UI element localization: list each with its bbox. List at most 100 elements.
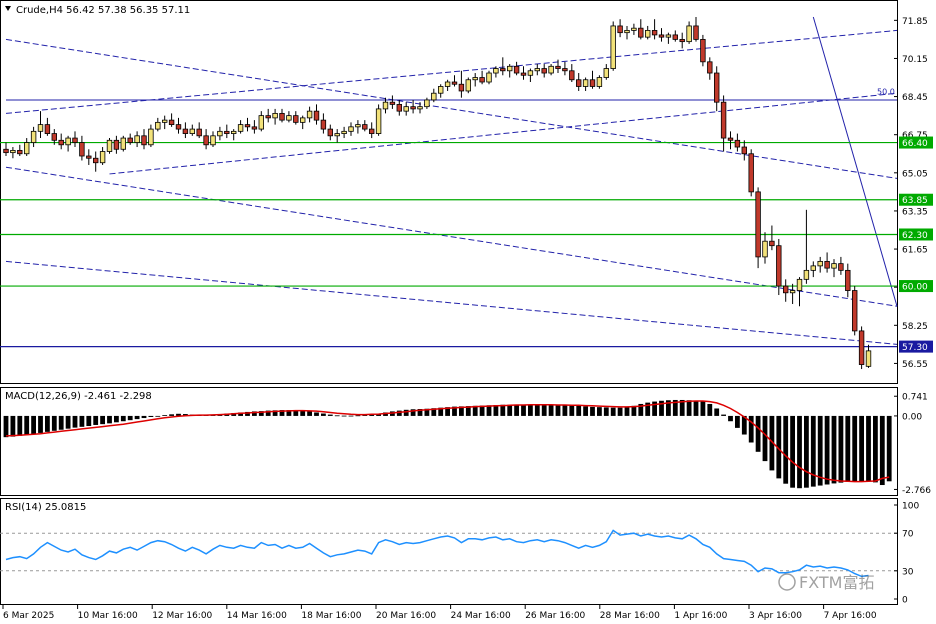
level-label-text: 62.30: [902, 231, 928, 241]
candle-body: [341, 130, 347, 134]
macd-histogram-bar: [148, 415, 154, 417]
candle-body: [106, 139, 113, 152]
candle-body: [99, 151, 106, 164]
macd-histogram-bar: [107, 415, 112, 424]
candle-body: [348, 126, 354, 132]
rsi-tick-label: 30: [902, 567, 914, 577]
candle-body: [603, 68, 609, 78]
candle-body: [272, 112, 278, 119]
candle-body: [672, 34, 678, 40]
macd-histogram-bar: [307, 411, 312, 416]
candle-body: [396, 104, 402, 112]
macd-histogram-bar: [17, 415, 23, 436]
candle-body: [631, 27, 637, 31]
macd-histogram-bar: [548, 405, 554, 416]
macd-histogram-bar: [617, 407, 623, 416]
symbol-dropdown[interactable]: Crude,H4 56.42 57.38 56.35 57.11: [5, 5, 190, 16]
macd-histogram-bar: [403, 409, 409, 416]
macd-histogram-bar: [93, 415, 99, 425]
time-tick-label: 28 Mar 16:00: [600, 611, 660, 621]
macd-histogram-bar: [45, 415, 50, 432]
macd-histogram-bar: [817, 415, 823, 486]
candle-body: [645, 30, 651, 38]
macd-histogram-bar: [610, 407, 616, 416]
candle-body: [693, 25, 699, 40]
candle-body: [113, 139, 120, 150]
candle-body: [51, 133, 57, 141]
macd-histogram-bar: [521, 404, 526, 416]
rsi-label: RSI(14) 25.0815: [5, 502, 86, 513]
macd-histogram-bar: [597, 407, 602, 416]
time-axis: 6 Mar 2025 10 Mar 16:00 12 Mar 16:00 14 Mar…: [2, 605, 877, 621]
candle-body: [327, 128, 333, 137]
candle-body: [789, 290, 796, 294]
candle-body: [175, 124, 182, 130]
candle-body: [783, 285, 789, 294]
symbol-ohlc-label: Crude,H4 56.42 57.38 56.35 57.11: [16, 5, 190, 16]
candle-body: [651, 30, 658, 36]
price-tick-label: 56.55: [902, 360, 928, 370]
candle-body: [748, 153, 754, 193]
candle-body: [148, 128, 154, 146]
macd-histogram-bar: [507, 404, 513, 416]
candle-body: [610, 25, 616, 69]
macd-histogram-bar: [534, 404, 540, 416]
candle-body: [182, 128, 189, 134]
candle-body: [189, 128, 195, 134]
candle-body: [410, 106, 416, 110]
macd-histogram-bar: [493, 405, 499, 416]
candle-body: [472, 77, 478, 81]
macd-axis: 0.741 0.00 -2.766: [894, 393, 931, 496]
candle-body: [700, 38, 706, 63]
candle-body: [65, 137, 71, 146]
macd-histogram-bar: [300, 410, 306, 416]
macd-histogram-bar: [38, 415, 43, 433]
rsi-tick-label: 0: [902, 596, 908, 606]
macd-histogram-bar: [590, 406, 595, 416]
candle-body: [444, 81, 451, 87]
candle-body: [520, 72, 527, 76]
candle-body: [465, 79, 471, 92]
time-tick-label: 10 Mar 16:00: [78, 611, 138, 621]
macd-histogram-bar: [804, 415, 809, 488]
time-tick-label: 7 Apr 16:00: [824, 611, 877, 621]
candle-body: [355, 124, 361, 128]
macd-histogram-bar: [65, 415, 71, 429]
candle-body: [17, 149, 23, 155]
candle-body: [589, 79, 596, 87]
macd-histogram-bar: [886, 415, 892, 482]
macd-histogram-bar: [10, 415, 16, 437]
candle-body: [37, 124, 44, 132]
candle-body: [596, 77, 603, 87]
time-tick-label: 24 Mar 16:00: [451, 611, 511, 621]
candle-body: [845, 269, 851, 291]
candle-body: [10, 149, 16, 154]
candle-body: [734, 139, 741, 148]
candle-body: [382, 101, 389, 110]
candle-body: [313, 110, 320, 121]
candle-body: [824, 260, 830, 269]
candle-body: [334, 133, 340, 137]
candle-body: [203, 135, 209, 146]
candle-body: [3, 148, 9, 154]
candle-body: [451, 81, 458, 85]
candle-body: [741, 146, 747, 155]
candle-body: [810, 265, 816, 271]
macd-histogram-bar: [721, 414, 726, 416]
macd-histogram-bar: [797, 415, 802, 489]
macd-histogram-bar: [852, 415, 858, 482]
price-tick-label: 70.15: [902, 55, 928, 65]
candle-body: [679, 38, 685, 43]
price-tick-label: 58.25: [902, 322, 928, 332]
fib-level-label: 50.0: [877, 88, 895, 97]
candle-body: [486, 72, 492, 83]
macd-histogram-bar: [541, 404, 547, 416]
candle-body: [527, 70, 534, 76]
candle-body: [417, 106, 423, 110]
macd-histogram-bar: [169, 414, 174, 416]
candle-body: [403, 106, 409, 112]
candle-body: [44, 124, 51, 134]
macd-histogram-bar: [576, 405, 582, 416]
macd-histogram-bar: [327, 414, 333, 416]
candle-body: [500, 68, 506, 72]
